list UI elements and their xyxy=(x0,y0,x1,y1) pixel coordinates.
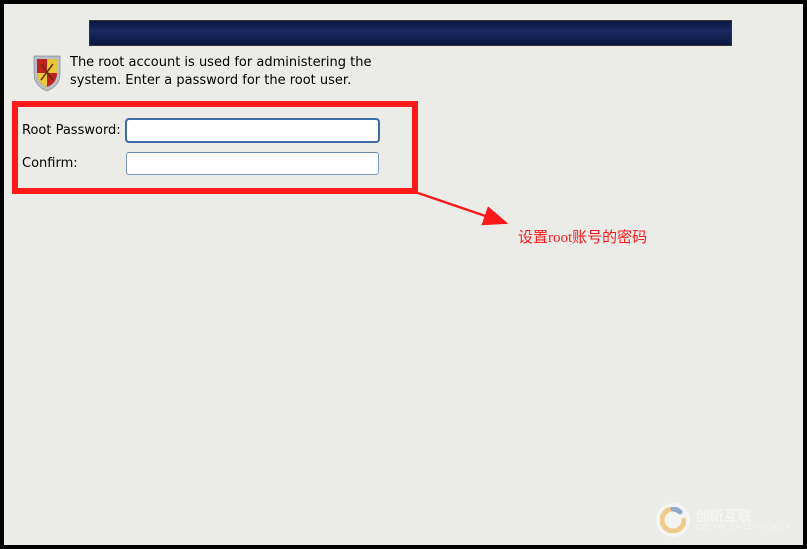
root-password-row: Root Password: xyxy=(22,119,379,142)
annotation-text: 设置root账号的密码 xyxy=(518,226,647,247)
annotation-arrow-icon xyxy=(416,189,526,239)
header-banner xyxy=(89,20,732,46)
root-password-label: Root Password: xyxy=(22,123,126,138)
root-password-input[interactable] xyxy=(126,119,379,142)
shield-icon xyxy=(32,54,62,92)
watermark-logo-icon xyxy=(656,503,690,537)
password-form: Root Password: Confirm: xyxy=(22,119,379,185)
watermark: 创新互联 CDCXHL.CN/CDXWCX.CN xyxy=(656,503,791,537)
watermark-brand: 创新互联 xyxy=(696,508,752,524)
instructions-row: The root account is used for administeri… xyxy=(32,54,380,92)
watermark-sub: CDCXHL.CN/CDXWCX.CN xyxy=(696,524,791,531)
confirm-label: Confirm: xyxy=(22,156,126,171)
confirm-input[interactable] xyxy=(126,152,379,175)
installer-window: The root account is used for administeri… xyxy=(4,4,803,545)
confirm-row: Confirm: xyxy=(22,152,379,175)
watermark-text: 创新互联 CDCXHL.CN/CDXWCX.CN xyxy=(696,509,791,531)
instructions-text: The root account is used for administeri… xyxy=(70,54,380,89)
